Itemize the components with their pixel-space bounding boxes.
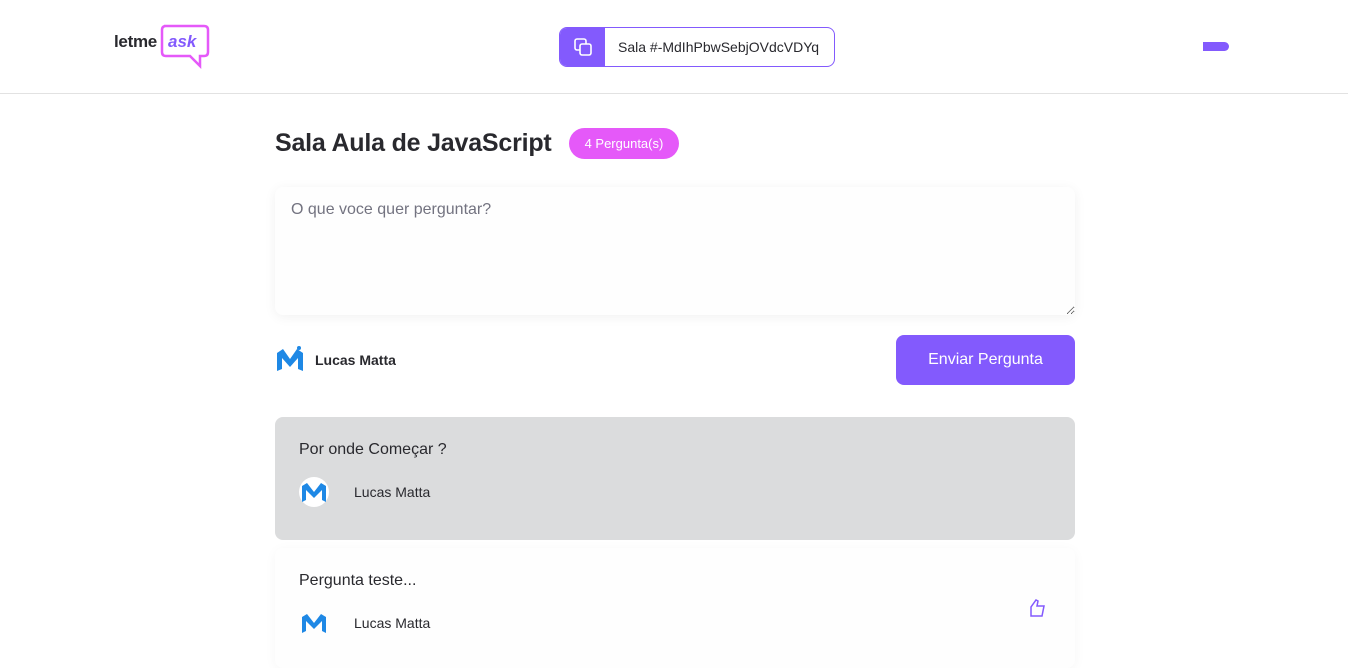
question-author: Lucas Matta [299, 477, 1051, 507]
current-user-name: Lucas Matta [315, 352, 396, 368]
question-author: Lucas Matta [299, 608, 1051, 638]
question-author-name: Lucas Matta [354, 615, 431, 631]
question-card: Por onde Começar ? Lucas Matta [275, 417, 1075, 540]
question-count-badge: 4 Pergunta(s) [568, 128, 680, 159]
page-title: Sala Aula de JavaScript [275, 129, 552, 157]
avatar [299, 477, 329, 507]
avatar [302, 614, 326, 633]
like-icon[interactable] [1027, 598, 1047, 618]
app-header: letme ask Sala #-MdIhPbwSebjOVdcVDYq [0, 0, 1348, 94]
room-code-button[interactable]: Sala #-MdIhPbwSebjOVdcVDYq [559, 27, 835, 67]
question-input[interactable] [275, 187, 1075, 315]
question-card: Pergunta teste... Lucas Matta [275, 548, 1075, 668]
copy-icon[interactable] [560, 28, 605, 66]
logo-accent: ask [168, 32, 198, 51]
chat-bubble-logo-icon: ask [160, 24, 210, 70]
avatar [277, 346, 303, 371]
current-user: Lucas Matta [275, 345, 396, 375]
send-question-button[interactable]: Enviar Pergunta [896, 335, 1075, 385]
question-content: Por onde Começar ? [299, 441, 447, 458]
room-code-text: Sala #-MdIhPbwSebjOVdcVDYq [618, 39, 820, 55]
question-author-name: Lucas Matta [354, 484, 431, 500]
question-content: Pergunta teste... [299, 572, 417, 589]
theme-toggle[interactable] [1203, 42, 1229, 51]
letmeask-logo[interactable]: letme ask [114, 22, 210, 70]
room-title-row: Sala Aula de JavaScript 4 Pergunta(s) [275, 128, 680, 159]
